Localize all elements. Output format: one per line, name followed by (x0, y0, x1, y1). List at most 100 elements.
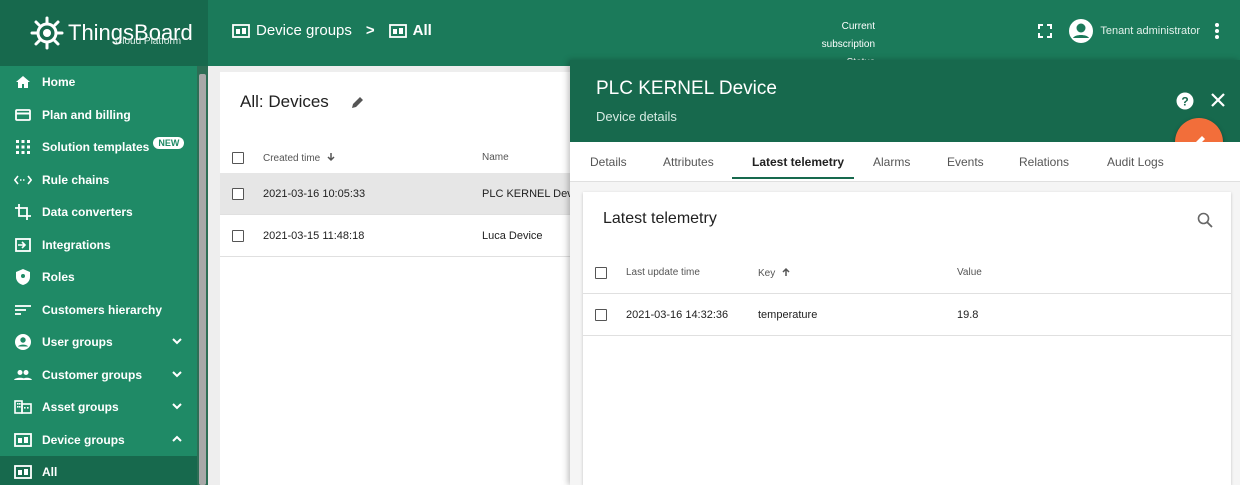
chevron-down-icon[interactable] (171, 400, 183, 412)
breadcrumb: Device groups > All (232, 22, 432, 39)
row-key: temperature (758, 309, 818, 321)
row-checkbox[interactable] (232, 188, 244, 200)
tab-audit-logs[interactable]: Audit Logs (1107, 155, 1164, 169)
converter-icon (12, 204, 34, 221)
people-icon (12, 369, 34, 381)
close-icon[interactable] (1210, 92, 1226, 108)
row-created-time: 2021-03-16 10:05:33 (263, 188, 366, 200)
telemetry-title: Latest telemetry (603, 210, 717, 227)
sidebar-item-device-groups[interactable]: Device groups (0, 424, 197, 457)
tab-alarms[interactable]: Alarms (873, 155, 910, 169)
breadcrumb-separator: > (365, 22, 375, 39)
table-row[interactable]: 2021-03-16 10:05:33 PLC KERNEL Device (220, 173, 600, 215)
tab-attributes[interactable]: Attributes (663, 155, 714, 169)
new-badge: NEW (153, 137, 185, 150)
row-created-time: 2021-03-15 11:48:18 (263, 230, 365, 242)
sidebar-item-label: Rule chains (42, 172, 110, 187)
sidebar-item-label: Home (42, 75, 76, 90)
devices-icon (388, 23, 407, 38)
sidebar-item-user-groups[interactable]: User groups (0, 326, 197, 359)
sidebar-item-label: All (42, 465, 58, 480)
subscription-label: Current subscription (821, 21, 875, 50)
row-checkbox[interactable] (232, 230, 244, 242)
column-value[interactable]: Value (957, 267, 982, 278)
column-name[interactable]: Name (482, 152, 509, 163)
breadcrumb-device-groups[interactable]: Device groups (256, 22, 352, 39)
user-name[interactable]: Tenant administrator (1100, 25, 1200, 37)
row-value: 19.8 (957, 309, 979, 321)
chevron-up-icon[interactable] (171, 433, 183, 445)
table-row[interactable]: 2021-03-16 14:32:36 temperature 19.8 (583, 294, 1231, 336)
search-icon[interactable] (1197, 212, 1213, 228)
sidebar-item-roles[interactable]: Roles (0, 261, 197, 294)
sidebar-scrollbar[interactable] (197, 66, 208, 485)
devices-icon (12, 432, 34, 447)
select-all-checkbox[interactable] (595, 267, 607, 279)
sidebar-item-home[interactable]: Home (0, 66, 197, 99)
svg-text:?: ? (1181, 95, 1188, 109)
sidebar-item-all[interactable]: All (0, 456, 197, 485)
tab-relations[interactable]: Relations (1019, 155, 1069, 169)
top-bar: ThingsBoard Cloud Platform Device groups… (0, 0, 1240, 68)
scrollbar-thumb[interactable] (199, 74, 206, 485)
account-circle-icon[interactable] (1068, 18, 1094, 44)
sidebar-item-label: Plan and billing (42, 107, 131, 122)
column-label: Created time (263, 153, 321, 164)
devices-header: All: Devices (240, 92, 365, 112)
sidebar-item-label: Asset groups (42, 400, 119, 415)
sidebar-item-label: Device groups (42, 432, 125, 447)
fullscreen-icon[interactable] (1036, 22, 1054, 40)
sidebar-item-asset-groups[interactable]: Asset groups (0, 391, 197, 424)
sidebar-item-plan-and-billing[interactable]: Plan and billing (0, 99, 197, 132)
chevron-down-icon[interactable] (171, 368, 183, 380)
drawer-tabs: Details Attributes Latest telemetry Alar… (570, 142, 1240, 182)
sidebar-item-data-converters[interactable]: Data converters (0, 196, 197, 229)
devices-icon (12, 465, 34, 480)
row-last-update-time: 2021-03-16 14:32:36 (626, 309, 729, 321)
code-icon (12, 175, 34, 185)
active-tab-indicator (732, 177, 854, 179)
tab-events[interactable]: Events (947, 155, 984, 169)
column-created-time[interactable]: Created time (263, 152, 336, 164)
more-vert-icon[interactable] (1214, 22, 1220, 40)
sidebar-item-label: Solution templates (42, 140, 150, 155)
column-label: Key (758, 268, 776, 279)
sidebar-item-rule-chains[interactable]: Rule chains (0, 164, 197, 197)
tab-details[interactable]: Details (590, 155, 627, 169)
drawer-title: PLC KERNEL Device (596, 78, 777, 99)
sidebar: Home Plan and billing Solution templates… (0, 66, 208, 485)
table-row[interactable]: 2021-03-15 11:48:18 Luca Device (220, 215, 600, 257)
tab-latest-telemetry[interactable]: Latest telemetry (752, 155, 844, 169)
hierarchy-icon (12, 304, 34, 316)
edit-icon[interactable] (351, 95, 365, 109)
shield-icon (12, 269, 34, 286)
billing-icon (12, 108, 34, 121)
help-icon[interactable]: ? (1176, 92, 1194, 110)
devices-table-card: All: Devices Created time Name 2021-03-1… (220, 72, 600, 485)
column-key[interactable]: Key (758, 267, 791, 279)
user-area: Tenant administrator (1036, 18, 1220, 44)
thingsboard-logo-icon (30, 16, 64, 50)
sidebar-item-label: User groups (42, 335, 113, 350)
sidebar-item-customer-groups[interactable]: Customer groups (0, 359, 197, 392)
chevron-down-icon[interactable] (171, 335, 183, 347)
sidebar-item-solution-templates[interactable]: Solution templates NEW (0, 131, 197, 164)
drawer-subtitle: Device details (596, 109, 677, 124)
domain-icon (12, 400, 34, 415)
row-name: PLC KERNEL Device (482, 188, 570, 200)
grid-icon (12, 140, 34, 155)
sidebar-item-customers-hierarchy[interactable]: Customers hierarchy (0, 294, 197, 327)
sidebar-item-integrations[interactable]: Integrations (0, 229, 197, 262)
sidebar-item-label: Roles (42, 270, 75, 285)
devices-icon (232, 23, 250, 38)
select-all-checkbox[interactable] (232, 152, 244, 164)
sidebar-item-label: Integrations (42, 237, 111, 252)
sidebar-item-label: Data converters (42, 205, 133, 220)
sidebar-item-label: Customer groups (42, 367, 143, 382)
logo[interactable]: ThingsBoard Cloud Platform (0, 0, 208, 66)
column-last-update-time[interactable]: Last update time (626, 267, 700, 278)
telemetry-card: Latest telemetry Last update time Key Va… (583, 192, 1231, 485)
row-checkbox[interactable] (595, 309, 607, 321)
devices-title: All: Devices (240, 92, 329, 111)
device-details-drawer: PLC KERNEL Device Device details ? Detai… (570, 60, 1240, 485)
